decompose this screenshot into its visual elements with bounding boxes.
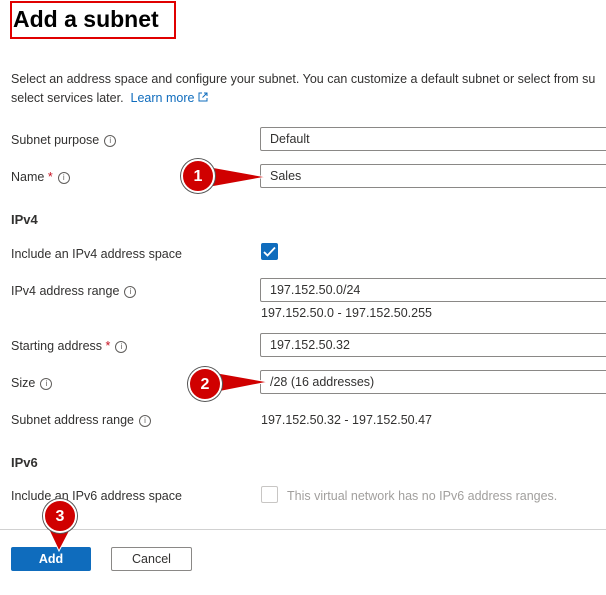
annotation-badge-1: 1 bbox=[181, 159, 215, 193]
annotation-badge-2: 2 bbox=[188, 367, 222, 401]
annotation-badge-3: 3 bbox=[43, 499, 77, 533]
annotation-arrow-3 bbox=[48, 529, 71, 553]
